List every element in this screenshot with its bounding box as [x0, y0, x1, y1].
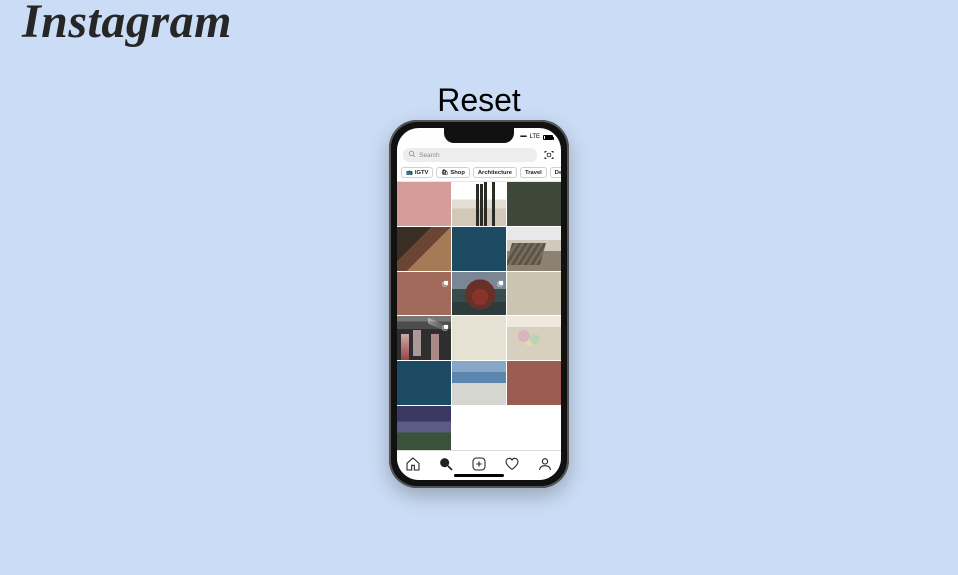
phone-device-frame: ▪▪▪▪ LTE Search 📺 IGTV 🛍 Shop — [389, 120, 569, 488]
chip-label: Architecture — [478, 170, 512, 176]
explore-tile[interactable] — [452, 361, 506, 405]
chip-shop[interactable]: 🛍 Shop — [436, 167, 469, 178]
tile-image — [452, 227, 506, 271]
explore-tile[interactable] — [507, 182, 561, 226]
phone-notch — [444, 128, 514, 143]
tab-home[interactable] — [405, 456, 421, 472]
carousel-icon — [497, 274, 504, 281]
explore-tile[interactable] — [397, 227, 451, 271]
explore-tile[interactable] — [397, 406, 451, 450]
tile-image — [507, 272, 561, 316]
search-input[interactable]: Search — [403, 148, 537, 162]
tab-activity[interactable] — [504, 456, 520, 472]
carousel-icon — [497, 184, 504, 191]
explore-tile[interactable] — [507, 227, 561, 271]
explore-tile[interactable] — [452, 316, 506, 360]
chip-label: Shop — [450, 170, 465, 176]
phone-screen: ▪▪▪▪ LTE Search 📺 IGTV 🛍 Shop — [397, 128, 561, 480]
tab-search[interactable] — [438, 456, 454, 472]
chip-architecture[interactable]: Architecture — [473, 167, 517, 178]
explore-tile[interactable] — [397, 361, 451, 405]
tile-image — [507, 361, 561, 405]
chip-label: Travel — [525, 170, 542, 176]
explore-tile[interactable] — [397, 316, 451, 360]
search-placeholder: Search — [419, 152, 440, 159]
explore-tile[interactable] — [397, 182, 451, 226]
page-title: Reset — [437, 82, 521, 119]
carousel-icon — [442, 274, 449, 281]
tile-image — [507, 182, 561, 226]
explore-tile[interactable] — [452, 227, 506, 271]
chip-decor[interactable]: Decor — [550, 167, 561, 178]
tile-image — [397, 361, 451, 405]
explore-tile[interactable] — [507, 272, 561, 316]
explore-tile[interactable] — [397, 272, 451, 316]
explore-tile[interactable] — [507, 361, 561, 405]
chip-travel[interactable]: Travel — [520, 167, 547, 178]
explore-tile[interactable] — [507, 316, 561, 360]
explore-grid — [397, 182, 561, 450]
category-chips-row: 📺 IGTV 🛍 Shop Architecture Travel Decor — [397, 164, 561, 182]
chip-label: IGTV — [415, 170, 429, 176]
chip-label: Decor — [555, 170, 561, 176]
instagram-wordmark: Instagram — [22, 0, 232, 49]
chip-igtv[interactable]: 📺 IGTV — [401, 167, 433, 178]
explore-tile[interactable] — [452, 272, 506, 316]
explore-tile[interactable] — [452, 182, 506, 226]
battery-icon — [543, 135, 553, 140]
signal-indicator: ▪▪▪▪ — [520, 134, 527, 140]
tile-image — [452, 316, 506, 360]
carousel-icon — [442, 318, 449, 325]
network-label: LTE — [529, 134, 540, 140]
scan-qr-button[interactable] — [543, 149, 555, 161]
tile-image — [397, 182, 451, 226]
tv-icon: 📺 — [406, 170, 413, 176]
tab-profile[interactable] — [537, 456, 553, 472]
bag-icon: 🛍 — [441, 170, 448, 176]
tab-create[interactable] — [471, 456, 487, 472]
home-indicator — [454, 474, 504, 477]
search-icon — [408, 150, 416, 160]
search-bar: Search — [397, 146, 561, 164]
